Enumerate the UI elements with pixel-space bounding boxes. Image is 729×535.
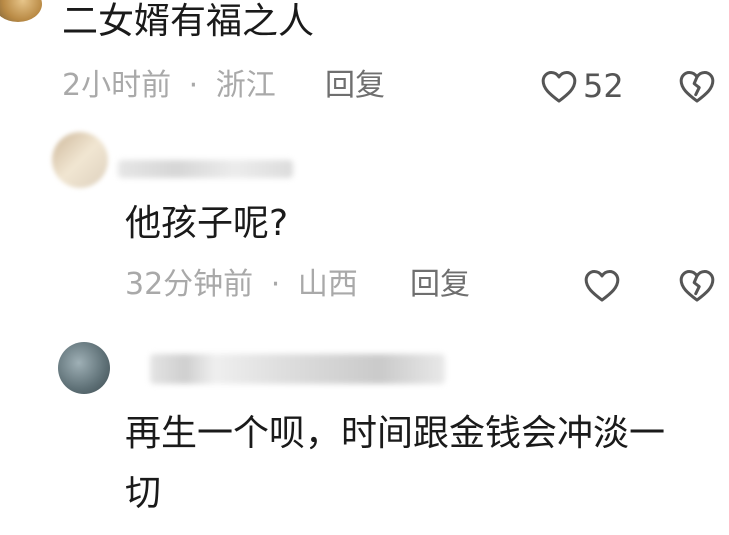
comment-text: 二女婿有福之人	[62, 1, 315, 42]
heart-outline-icon	[541, 71, 577, 103]
avatar[interactable]	[58, 342, 110, 394]
reply-button[interactable]: 回复	[325, 66, 385, 106]
dislike-button[interactable]	[678, 68, 716, 108]
like-button[interactable]	[583, 267, 621, 307]
heart-outline-icon	[584, 270, 620, 302]
comment-meta: 2小时前 · 浙江	[62, 66, 276, 106]
meta-separator: ·	[188, 68, 199, 103]
broken-heart-icon	[679, 270, 715, 302]
comment-text: 再生一个呗，时间跟金钱会冲淡一	[125, 413, 666, 454]
comment-location: 山西	[297, 267, 358, 302]
like-button[interactable]	[540, 68, 578, 108]
username-blurred[interactable]	[150, 354, 445, 384]
avatar[interactable]	[52, 132, 108, 188]
comment-time: 2小时前	[62, 68, 172, 103]
comment-thread: 二女婿有福之人 2小时前 · 浙江 回复 52 他孩子呢? 32分钟前 · 山西…	[0, 0, 729, 535]
comment-text-continued: 切	[125, 473, 162, 514]
comment-meta: 32分钟前 · 山西	[125, 265, 358, 305]
username-blurred[interactable]	[118, 160, 293, 178]
reply-button[interactable]: 回复	[410, 265, 470, 305]
avatar[interactable]	[0, 0, 42, 22]
broken-heart-icon	[679, 71, 715, 103]
dislike-button[interactable]	[678, 267, 716, 307]
comment-time: 32分钟前	[125, 267, 254, 302]
comment-location: 浙江	[215, 68, 276, 103]
meta-separator: ·	[270, 267, 281, 302]
comment-text: 他孩子呢?	[125, 203, 289, 244]
like-count: 52	[583, 67, 624, 105]
